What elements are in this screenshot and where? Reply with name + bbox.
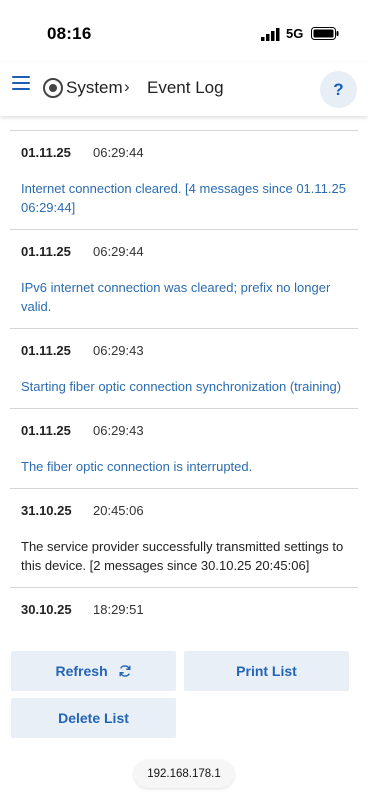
status-time: 08:16 [47, 24, 92, 43]
log-date: 01.11.25 [21, 244, 71, 259]
network-type: 5G [286, 26, 304, 41]
refresh-icon [119, 665, 131, 677]
refresh-label: Refresh [55, 663, 108, 679]
help-button[interactable]: ? [320, 71, 357, 108]
signal-icon [261, 28, 280, 41]
log-date: 01.11.25 [21, 343, 71, 358]
log-entry: 01.11.25 06:29:43 The fiber optic connect… [10, 408, 358, 488]
log-date: 31.10.25 [21, 503, 72, 518]
log-time: 06:29:44 [93, 145, 144, 160]
log-message: The service provider successfully transm… [21, 539, 344, 573]
log-date: 30.10.25 [21, 602, 72, 617]
print-list-button[interactable]: Print List [184, 651, 349, 691]
log-message[interactable]: Internet connection cleared. [4 messages… [21, 179, 347, 217]
refresh-button[interactable]: Refresh [11, 651, 176, 691]
url-bar[interactable]: 192.168.178.1 [134, 760, 234, 788]
app-header: System › Event Log ? [0, 62, 368, 116]
log-time: 18:29:51 [93, 602, 144, 617]
breadcrumb-system[interactable]: System [66, 78, 123, 98]
log-time: 06:29:43 [93, 343, 144, 358]
page-title: Event Log [147, 78, 224, 97]
log-entry: 01.11.25 06:29:43 Starting fiber optic co… [10, 328, 358, 408]
log-message[interactable]: Starting fiber optic connection synchron… [21, 377, 347, 396]
system-icon [43, 78, 63, 98]
log-date: 01.11.25 [21, 145, 71, 160]
log-message[interactable]: The fiber optic connection is interrupte… [21, 457, 347, 476]
battery-icon [311, 27, 339, 40]
log-date: 01.11.25 [21, 423, 71, 438]
event-log-list: 01.11.25 06:29:44 Internet connection cle… [10, 130, 358, 634]
log-time: 06:29:44 [93, 244, 144, 259]
chevron-right-icon: › [124, 77, 130, 96]
log-entry: 31.10.25 20:45:06 The service provider su… [10, 488, 358, 587]
delete-list-button[interactable]: Delete List [11, 698, 176, 738]
log-entry: 01.11.25 06:29:44 IPv6 internet connectio… [10, 229, 358, 328]
log-message[interactable]: IPv6 internet connection was cleared; pr… [21, 278, 347, 316]
log-time: 20:45:06 [93, 503, 144, 518]
log-entry: 30.10.25 18:29:51 [10, 587, 358, 634]
log-time: 06:29:43 [93, 423, 144, 438]
hamburger-icon[interactable] [12, 76, 30, 92]
log-entry: 01.11.25 06:29:44 Internet connection cle… [10, 130, 358, 229]
status-bar: 08:16 5G [0, 0, 368, 62]
